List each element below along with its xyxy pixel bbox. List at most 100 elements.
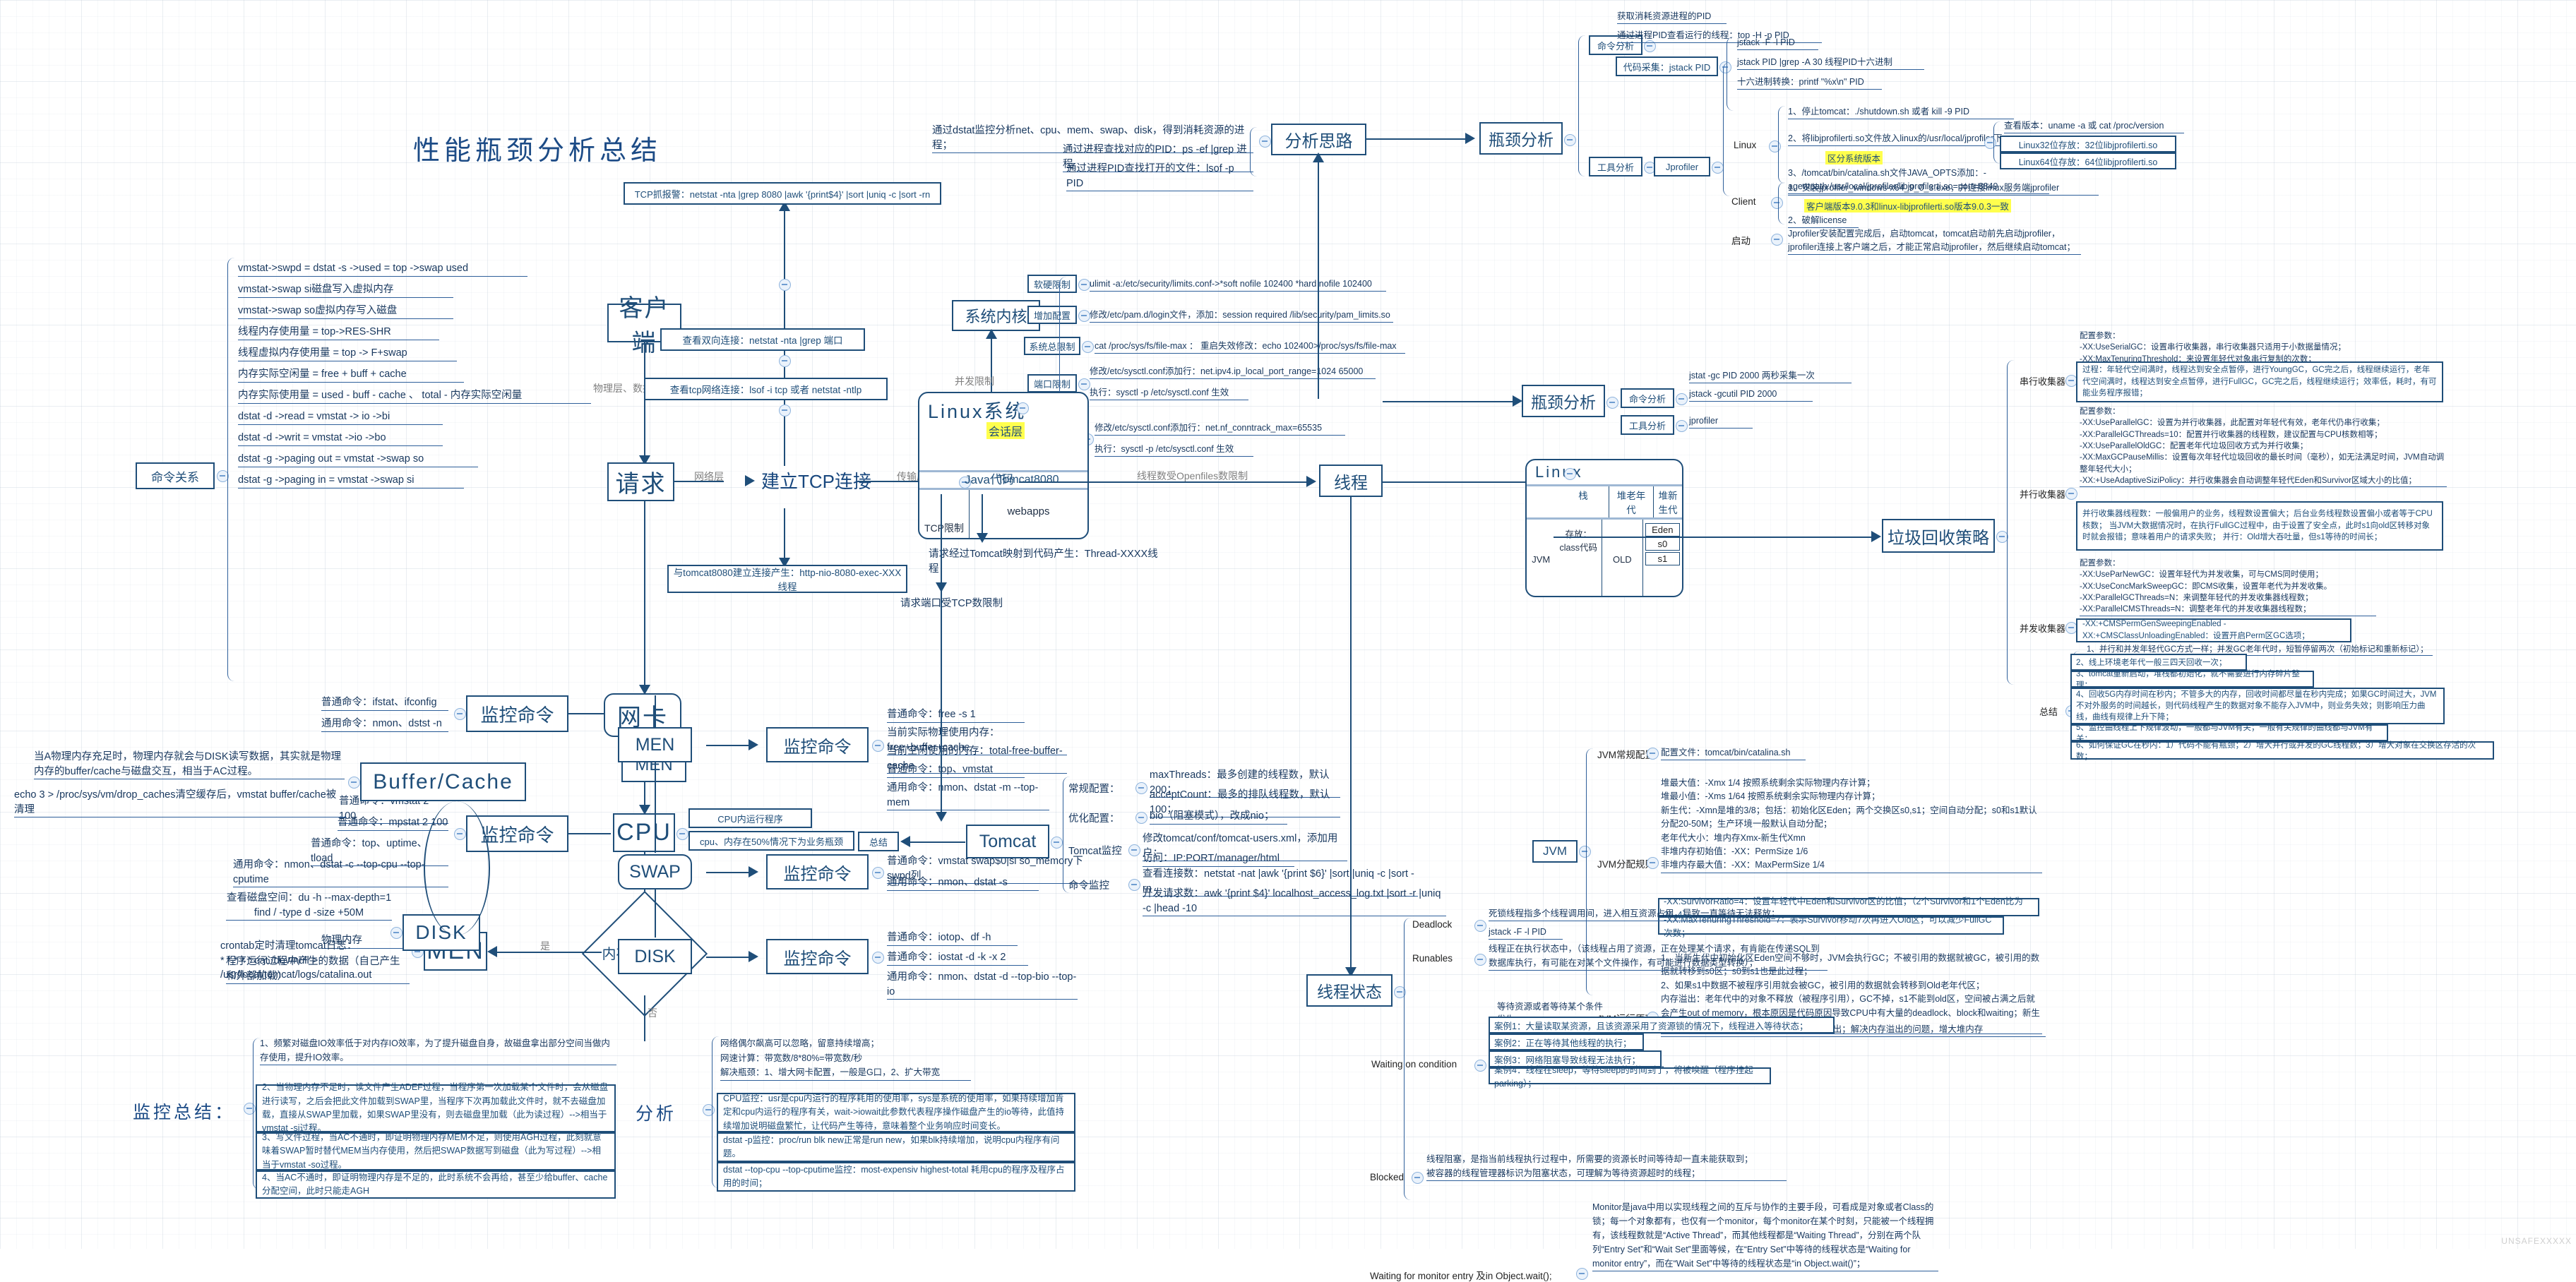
kernel-row-label[interactable]: 软硬限制 bbox=[1027, 275, 1077, 293]
collapse-knob-disk-left[interactable] bbox=[390, 927, 402, 939]
monitor-command-mem[interactable]: 监控命令 bbox=[766, 727, 869, 762]
node-gc-strategy[interactable]: 垃圾回收策略 bbox=[1882, 519, 1995, 553]
kernel-row-label[interactable]: 增加配置 bbox=[1027, 306, 1077, 324]
jvm-alloc-label[interactable]: JVM分配规则 bbox=[1597, 856, 1654, 870]
node-disk-box[interactable]: DISK bbox=[618, 939, 692, 974]
node-command-relation[interactable]: 命令关系 bbox=[136, 462, 215, 489]
collapse-knob-kernel-1[interactable] bbox=[1078, 310, 1090, 322]
node-tomcat[interactable]: Tomcat bbox=[966, 825, 1049, 858]
thread-state-row-label[interactable]: Deadlock bbox=[1412, 919, 1452, 930]
monitor-command-swap[interactable]: 监控命令 bbox=[766, 854, 869, 889]
node-gc-summary[interactable]: 总结 bbox=[2039, 705, 2058, 718]
node-monitor-summary[interactable]: 监控总结： bbox=[133, 1098, 235, 1124]
collapse-knob-monitor-swap[interactable] bbox=[872, 867, 884, 879]
node-linux-system[interactable]: Linux系统 会话层 Tomcat8080 TCP限制 webapps bbox=[918, 392, 1089, 539]
node-bottleneck-top[interactable]: 瓶颈分析 bbox=[1479, 122, 1563, 155]
thread-state-row-label[interactable]: Blocked bbox=[1370, 1172, 1404, 1182]
node-code-collect[interactable]: 代码采集：jstack PID bbox=[1616, 56, 1718, 76]
collapse-knob-buffer-cache[interactable] bbox=[348, 777, 360, 789]
collapse-knob-cpu[interactable] bbox=[676, 828, 688, 840]
node-gc-concurrent[interactable]: 并发收集器 bbox=[2020, 621, 2065, 635]
node-jvm-table[interactable]: Linux 栈 堆老年代 堆新生代 JVM 存放： class代码 OLD Ed… bbox=[1525, 459, 1683, 597]
collapse-knob-monitor-mem[interactable] bbox=[872, 740, 884, 752]
collapse-knob-linux-system[interactable] bbox=[1017, 402, 1029, 414]
command-relation-item: dstat -g ->paging in = vmstat ->swap si bbox=[238, 473, 464, 489]
collapse-knob-jvm-table[interactable] bbox=[1564, 468, 1576, 480]
collapse-knob-tomcat[interactable] bbox=[1051, 837, 1063, 849]
thread-state-row-label[interactable]: Waiting on condition bbox=[1371, 1059, 1457, 1070]
node-mem-middle[interactable]: MEN bbox=[618, 727, 692, 762]
thread-state-row-label[interactable]: Waiting for monitor entry 及in Object.wai… bbox=[1370, 1268, 1552, 1282]
collapse-knob-tomcat-monitor[interactable] bbox=[1128, 844, 1140, 856]
node-thread-state[interactable]: 线程状态 bbox=[1306, 974, 1393, 1007]
collapse-knob-jvm-general[interactable] bbox=[1647, 748, 1659, 760]
edge-memcol-top bbox=[655, 695, 657, 727]
bottleneck-cmd-item: 获取消耗资源进程的PID bbox=[1617, 11, 1727, 24]
collapse-knob-bottleneck-top[interactable] bbox=[1564, 134, 1576, 146]
node-cpu[interactable]: CPU bbox=[613, 813, 675, 852]
collapse-knob-tcp-3[interactable] bbox=[779, 405, 791, 417]
node-tool-analysis-2[interactable]: 工具分析 bbox=[1621, 415, 1674, 435]
edge-request-nic bbox=[644, 501, 646, 688]
collapse-knob-jvm-alloc[interactable] bbox=[1647, 857, 1659, 869]
collapse-knob-kernel-2[interactable] bbox=[1082, 341, 1094, 353]
collapse-knob-bottleneck-thread[interactable] bbox=[1606, 397, 1618, 409]
collapse-knob-thread-waiting[interactable] bbox=[1474, 1060, 1486, 1072]
node-client-label[interactable]: Client bbox=[1731, 196, 1756, 207]
collapse-knob-tomcat-normal[interactable] bbox=[1135, 782, 1147, 794]
node-summary-link[interactable]: 总结 bbox=[858, 832, 899, 851]
collapse-knob-thread-blocked[interactable] bbox=[1412, 1172, 1424, 1184]
collapse-knob-tcp-2[interactable] bbox=[779, 355, 791, 367]
node-bottleneck-thread[interactable]: 瓶颈分析 bbox=[1522, 385, 1605, 417]
note-crontab: crontab定时清理tomcat日志： * * * * * cat /dev/… bbox=[220, 940, 372, 981]
note-dual-connection-text: 查看双向连接：netstat -nta |grep 端口 bbox=[682, 335, 843, 346]
node-gc-serial[interactable]: 串行收集器 bbox=[2020, 374, 2065, 388]
collapse-knob-monitor-disk[interactable] bbox=[872, 952, 884, 964]
node-cmd-analysis-2[interactable]: 命令分析 bbox=[1621, 388, 1674, 408]
note-cpu-50-text: cpu、内存在50%情况下为业务瓶颈 bbox=[700, 836, 843, 847]
branch-bracket-analysis bbox=[1250, 127, 1258, 176]
collapse-knob-cmd-analysis-2[interactable] bbox=[1676, 393, 1688, 405]
linux-cell-webapps: webapps bbox=[1007, 505, 1050, 517]
node-buffer-cache[interactable]: Buffer/Cache bbox=[360, 762, 526, 801]
node-jprofiler[interactable]: Jprofiler bbox=[1654, 157, 1710, 176]
node-thread[interactable]: 线程 bbox=[1319, 465, 1383, 497]
collapse-knob-start[interactable] bbox=[1771, 234, 1783, 246]
arrowhead-tomcat-summary bbox=[900, 836, 910, 847]
collapse-knob-kernel-3[interactable] bbox=[1078, 378, 1090, 390]
node-java-code[interactable]: Java代码 bbox=[965, 469, 1014, 487]
jvm-general-label[interactable]: JVM常规配置 bbox=[1597, 747, 1654, 761]
collapse-knob-tomcat-cmd[interactable] bbox=[1128, 879, 1140, 891]
version-item-box: Linux64位存放：64位libjprofilerti.so bbox=[2000, 152, 2176, 169]
thread-state-row-label[interactable]: Runables bbox=[1412, 953, 1453, 964]
node-swap-box[interactable]: SWAP bbox=[618, 854, 692, 889]
collapse-knob-gc-parallel[interactable] bbox=[2065, 488, 2077, 500]
arrowhead-jvm-gc bbox=[1871, 531, 1881, 542]
collapse-knob-monitor-nic[interactable] bbox=[454, 708, 466, 720]
monitor-command-nic[interactable]: 监控命令 bbox=[466, 695, 568, 732]
collapse-knob-thread-runnables[interactable] bbox=[1474, 954, 1486, 966]
collapse-knob-tomcat-opt[interactable] bbox=[1135, 812, 1147, 824]
collapse-knob-jprofiler[interactable] bbox=[1712, 162, 1724, 174]
collapse-knob-thread-deadlock[interactable] bbox=[1474, 920, 1486, 932]
collapse-knob-thread-monitor[interactable] bbox=[1576, 1268, 1588, 1280]
monitor-command-disk[interactable]: 监控命令 bbox=[766, 939, 869, 974]
node-tcp-connect[interactable]: 建立TCP连接 bbox=[761, 467, 871, 493]
collapse-knob-kernel-0[interactable] bbox=[1078, 279, 1090, 291]
kernel-row-label[interactable]: 端口限制 bbox=[1027, 374, 1077, 393]
collapse-knob-tool-analysis-2[interactable] bbox=[1676, 420, 1688, 432]
collapse-knob-tcp-1[interactable] bbox=[779, 279, 791, 291]
node-analysis-bottom[interactable]: 分析 bbox=[636, 1100, 676, 1125]
gc-summary-box: 4、回收5G内存时间在秒内；不管多大的内存，回收时间都尽量在秒内完成；如果GC时… bbox=[2070, 688, 2445, 724]
node-tool-analysis[interactable]: 工具分析 bbox=[1589, 157, 1642, 176]
node-linux-label[interactable]: Linux bbox=[1734, 140, 1756, 150]
jvm-col-empty bbox=[1527, 486, 1558, 517]
kernel-row-label[interactable]: 系统总限制 bbox=[1024, 337, 1080, 355]
analysis-bottom-box: dstat -p监控：proc/run blk new正常是run new，如果… bbox=[717, 1132, 1075, 1162]
node-jvm-config[interactable]: JVM bbox=[1532, 840, 1578, 863]
node-gc-parallel[interactable]: 并行收集器 bbox=[2020, 487, 2065, 501]
node-analysis-approach[interactable]: 分析思路 bbox=[1271, 124, 1366, 155]
collapse-knob-analysis[interactable] bbox=[1259, 136, 1271, 148]
node-request[interactable]: 请求 bbox=[607, 462, 674, 501]
node-start-label[interactable]: 启动 bbox=[1731, 233, 1751, 247]
